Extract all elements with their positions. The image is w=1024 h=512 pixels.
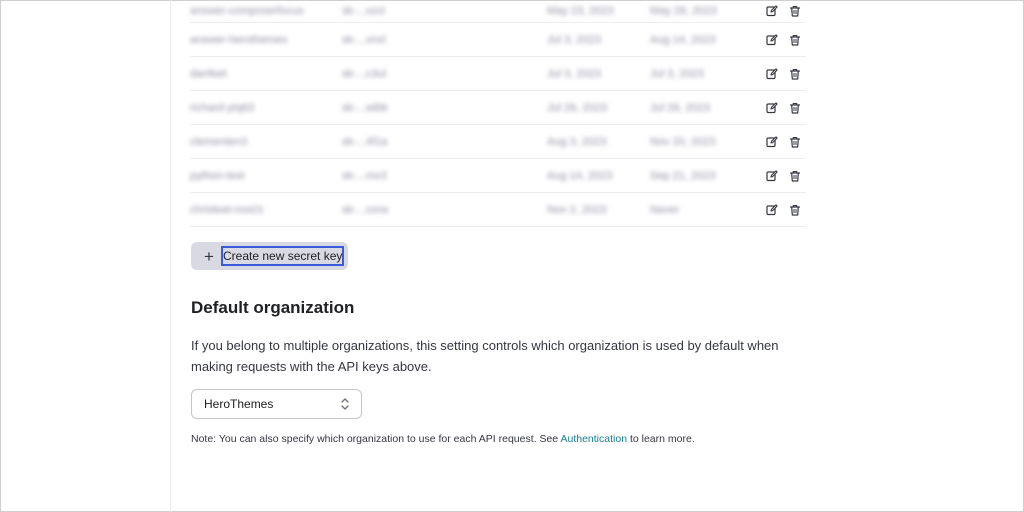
key-last-used: Never: [650, 203, 680, 216]
note-suffix: to learn more.: [627, 433, 695, 445]
row-actions: [765, 67, 802, 81]
row-actions: [765, 33, 802, 47]
trash-icon[interactable]: [788, 67, 802, 81]
table-row: python-test sk-...mx3 Aug 14, 2023 Sep 21, …: [190, 159, 806, 193]
edit-icon[interactable]: [765, 135, 779, 149]
key-name: answer-composerfocus: [190, 5, 304, 17]
table-row: richard-ytqtt3 sk-...wibk Jul 26, 2023 Jul …: [190, 91, 806, 125]
edit-icon[interactable]: [765, 169, 779, 183]
row-actions: [765, 203, 802, 217]
table-row: chrisleet-nxs01 sk-...xxrw Nov 2, 2023 Neve…: [190, 193, 806, 227]
authentication-link[interactable]: Authentication: [560, 433, 627, 445]
key-last-used: May 26, 2023: [650, 5, 717, 17]
organization-select-value: HeroThemes: [204, 397, 274, 411]
edit-icon[interactable]: [765, 203, 779, 217]
key-last-used: Sep 21, 2023: [650, 169, 716, 182]
chevron-up-down-icon: [341, 398, 349, 410]
key-name: clementen3: [190, 135, 247, 148]
key-created: May 23, 2023: [547, 5, 614, 17]
table-row: answer-herothemes sk-...xnxl Jul 3, 2023 Au…: [190, 23, 806, 57]
trash-icon[interactable]: [788, 169, 802, 183]
row-actions: [765, 135, 802, 149]
key-name: chrisleet-nxs01: [190, 203, 264, 216]
trash-icon[interactable]: [788, 135, 802, 149]
key-masked: sk-...xnxl: [342, 33, 386, 46]
key-name: python-test: [190, 169, 245, 182]
default-organization-title: Default organization: [191, 298, 355, 317]
trash-icon[interactable]: [788, 101, 802, 115]
key-created: Aug 3, 2023: [547, 135, 607, 148]
create-button-label: Create new secret key: [220, 246, 345, 266]
trash-icon[interactable]: [788, 33, 802, 47]
trash-icon[interactable]: [788, 203, 802, 217]
key-last-used: Jul 3, 2023: [650, 67, 704, 80]
organization-note: Note: You can also specify which organiz…: [191, 433, 695, 445]
plus-icon: +: [204, 246, 214, 266]
note-prefix: Note: You can also specify which organiz…: [191, 433, 561, 445]
key-created: Nov 2, 2023: [547, 203, 607, 216]
key-created: Jul 3, 2023: [547, 33, 601, 46]
key-masked: sk-...wibk: [342, 101, 388, 114]
edit-icon[interactable]: [765, 4, 779, 18]
key-last-used: Aug 14, 2023: [650, 33, 716, 46]
row-actions: [765, 169, 802, 183]
edit-icon[interactable]: [765, 101, 779, 115]
create-secret-key-button[interactable]: + Create new secret key: [191, 242, 348, 270]
default-organization-description: If you belong to multiple organizations,…: [191, 338, 779, 374]
key-created: Aug 14, 2023: [547, 169, 613, 182]
row-actions: [765, 4, 802, 18]
key-created: Jul 26, 2023: [547, 101, 607, 114]
key-last-used: Jul 26, 2023: [650, 101, 710, 114]
key-last-used: Nov 20, 2023: [650, 135, 716, 148]
trash-icon[interactable]: [788, 4, 802, 18]
edit-icon[interactable]: [765, 67, 779, 81]
key-masked: sk-...xzcl: [342, 5, 385, 17]
key-created: Jul 3, 2023: [547, 67, 601, 80]
table-row: answer-composerfocus sk-...xzcl May 23, 20…: [190, 0, 806, 23]
table-row: danfeet sk-...c3ul Jul 3, 2023 Jul 3, 2023: [190, 57, 806, 91]
key-name: danfeet: [190, 67, 227, 80]
key-name: richard-ytqtt3: [190, 101, 255, 114]
key-masked: sk-...xxrw: [342, 203, 389, 216]
edit-icon[interactable]: [765, 33, 779, 47]
key-masked: sk-...4f1a: [342, 135, 388, 148]
organization-select[interactable]: HeroThemes: [191, 389, 362, 419]
row-actions: [765, 101, 802, 115]
table-row: clementen3 sk-...4f1a Aug 3, 2023 Nov 20, 2…: [190, 125, 806, 159]
key-masked: sk-...mx3: [342, 169, 387, 182]
key-name: answer-herothemes: [190, 33, 288, 46]
key-masked: sk-...c3ul: [342, 67, 387, 80]
sidebar-divider: [170, 0, 171, 512]
api-keys-table: answer-composerfocus sk-...xzcl May 23, 20…: [190, 0, 806, 227]
